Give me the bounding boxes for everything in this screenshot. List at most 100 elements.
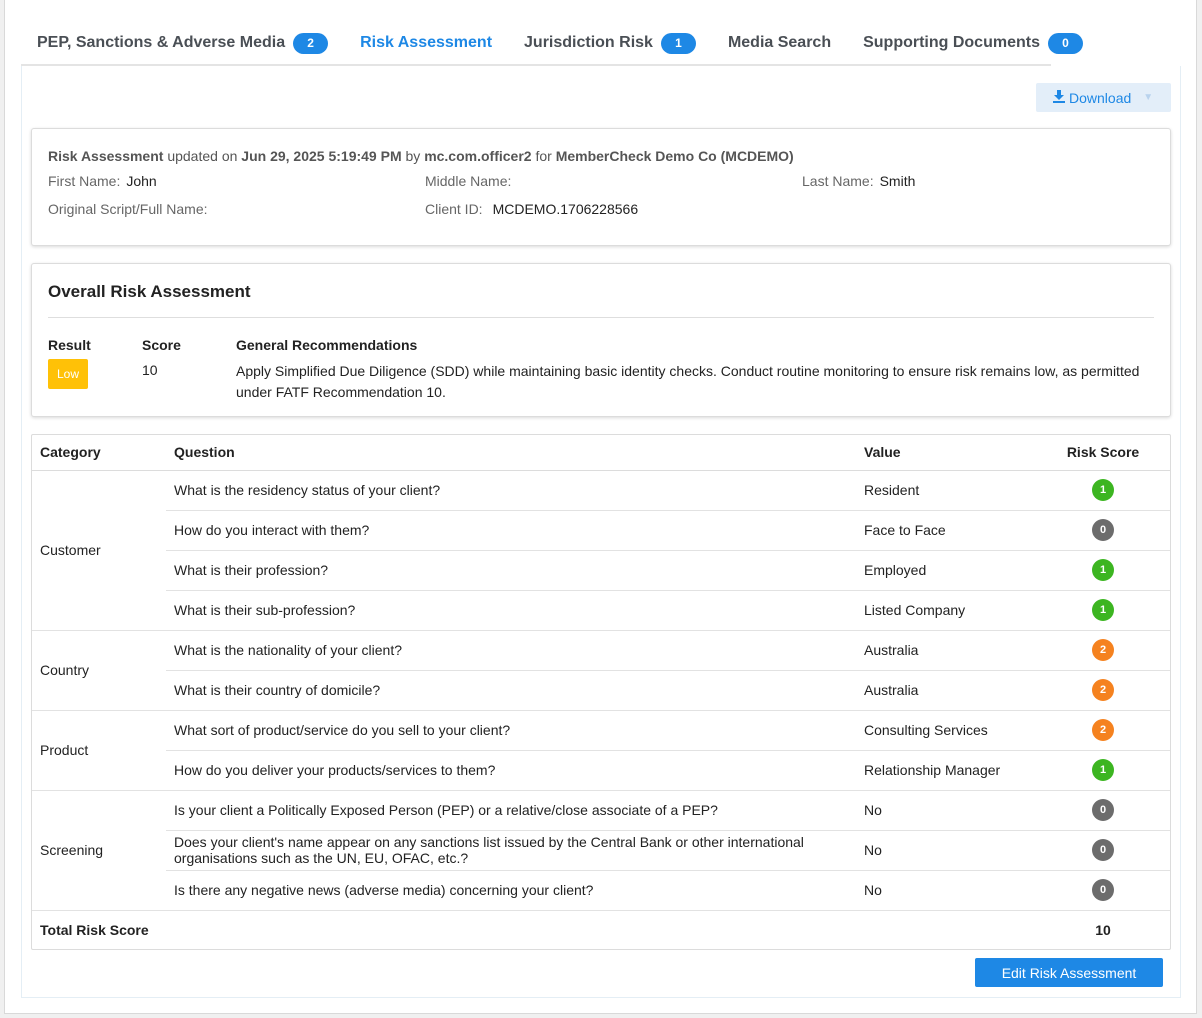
risk-questions-table: Category Question Value Risk Score Custo… bbox=[32, 435, 1170, 949]
recommendations-header: General Recommendations bbox=[236, 337, 418, 353]
overall-risk-title: Overall Risk Assessment bbox=[48, 282, 251, 301]
tab-count-badge: 2 bbox=[293, 32, 329, 54]
middle-name-label: Middle Name: bbox=[425, 173, 512, 189]
score-header: Score bbox=[142, 337, 181, 353]
table-row: How do you deliver your products/service… bbox=[32, 750, 1170, 791]
first-name-label: First Name: bbox=[48, 173, 121, 189]
risk-score-badge: 2 bbox=[1092, 639, 1114, 661]
table-row: Country What is the nationality of your c… bbox=[32, 630, 1170, 711]
risk-questions-table-card: Category Question Value Risk Score Custo… bbox=[31, 434, 1171, 950]
tab-count-badge: 0 bbox=[1047, 32, 1083, 54]
table-row: Does your client's name appear on any sa… bbox=[32, 830, 1170, 871]
question-header: Question bbox=[166, 435, 856, 471]
risk-score-badge: 1 bbox=[1092, 599, 1114, 621]
table-row: Screening Is your client a Politically Ex… bbox=[32, 790, 1170, 911]
value-cell: Relationship Manager bbox=[856, 750, 1036, 791]
tab-label: Risk Assessment bbox=[360, 34, 493, 51]
tab-media-search[interactable]: Media Search bbox=[712, 20, 847, 66]
question-cell: What is the nationality of your client? bbox=[166, 630, 856, 671]
risk-score-badge: 2 bbox=[1092, 679, 1114, 701]
category-cell: Customer bbox=[32, 470, 166, 631]
total-row: Total Risk Score 10 bbox=[32, 910, 1170, 949]
value-cell: Australia bbox=[856, 670, 1036, 711]
first-name-field: First Name: John bbox=[48, 173, 157, 189]
risk-score-cell: 2 bbox=[1036, 710, 1170, 751]
value-cell: Face to Face bbox=[856, 510, 1036, 551]
question-cell: What is their country of domicile? bbox=[166, 670, 856, 711]
tab-pep-sanctions[interactable]: PEP, Sanctions & Adverse Media 2 bbox=[21, 20, 344, 66]
question-cell: What sort of product/service do you sell… bbox=[166, 710, 856, 751]
download-icon bbox=[1052, 89, 1066, 106]
risk-score-cell: 2 bbox=[1036, 670, 1170, 711]
risk-result-badge: Low bbox=[48, 359, 88, 389]
download-button[interactable]: Download ▼ bbox=[1036, 83, 1171, 112]
edit-risk-assessment-button[interactable]: Edit Risk Assessment bbox=[975, 958, 1163, 987]
value-cell: Resident bbox=[856, 470, 1036, 511]
updated-date: Jun 29, 2025 5:19:49 PM bbox=[241, 148, 402, 164]
value-cell: Employed bbox=[856, 550, 1036, 591]
tab-jurisdiction-risk[interactable]: Jurisdiction Risk 1 bbox=[508, 20, 712, 66]
client-info-card: Risk Assessment updated on Jun 29, 2025 … bbox=[31, 128, 1171, 246]
question-cell: What is the residency status of your cli… bbox=[166, 470, 856, 511]
updated-on-text: updated on bbox=[167, 148, 238, 164]
risk-score-badge: 0 bbox=[1092, 839, 1114, 861]
value-cell: Listed Company bbox=[856, 590, 1036, 631]
category-header: Category bbox=[32, 435, 166, 471]
risk-score-cell: 0 bbox=[1036, 870, 1170, 911]
value-cell: No bbox=[856, 870, 1036, 911]
result-header: Result bbox=[48, 337, 91, 353]
tab-supporting-documents[interactable]: Supporting Documents 0 bbox=[847, 20, 1099, 66]
question-cell: How do you deliver your products/service… bbox=[166, 750, 856, 791]
risk-score-cell: 1 bbox=[1036, 550, 1170, 591]
category-cell: Screening bbox=[32, 790, 166, 911]
table-body: Customer What is the residency status of … bbox=[32, 470, 1170, 949]
client-id-field: Client ID: MCDEMO.1706228566 bbox=[425, 201, 638, 217]
risk-score-cell: 0 bbox=[1036, 510, 1170, 551]
middle-name-field: Middle Name: bbox=[425, 173, 517, 189]
tab-bar: PEP, Sanctions & Adverse Media 2 Risk As… bbox=[21, 20, 1083, 68]
overall-risk-card: Overall Risk Assessment Result Score Gen… bbox=[31, 263, 1171, 417]
category-cell: Product bbox=[32, 710, 166, 791]
risk-score-badge: 1 bbox=[1092, 759, 1114, 781]
assessment-summary: Risk Assessment updated on Jun 29, 2025 … bbox=[48, 148, 794, 164]
by-text: by bbox=[405, 148, 421, 164]
overall-score: 10 bbox=[142, 362, 158, 378]
table-header-row: Category Question Value Risk Score bbox=[32, 435, 1170, 471]
tab-label: Supporting Documents bbox=[863, 34, 1040, 51]
download-label: Download bbox=[1069, 89, 1132, 106]
value-cell: No bbox=[856, 830, 1036, 871]
risk-score-badge: 1 bbox=[1092, 479, 1114, 501]
risk-score-badge: 0 bbox=[1092, 879, 1114, 901]
question-cell: Is there any negative news (adverse medi… bbox=[166, 870, 856, 911]
total-label: Total Risk Score bbox=[40, 921, 149, 938]
value-cell: Consulting Services bbox=[856, 710, 1036, 751]
last-name-label: Last Name: bbox=[802, 173, 874, 189]
original-script-label: Original Script/Full Name: bbox=[48, 201, 208, 217]
assessment-title: Risk Assessment bbox=[48, 148, 164, 164]
risk-score-badge: 1 bbox=[1092, 559, 1114, 581]
table-row: Product What sort of product/service do y… bbox=[32, 710, 1170, 791]
officer-name: mc.com.officer2 bbox=[424, 148, 532, 164]
category-cell: Country bbox=[32, 630, 166, 711]
question-cell: How do you interact with them? bbox=[166, 510, 856, 551]
chevron-down-icon[interactable]: ▼ bbox=[1143, 92, 1153, 103]
divider bbox=[48, 317, 1154, 318]
risk-score-badge: 0 bbox=[1092, 519, 1114, 541]
tab-label: Media Search bbox=[727, 34, 832, 51]
tab-label: Jurisdiction Risk bbox=[524, 34, 653, 51]
question-cell: Does your client's name appear on any sa… bbox=[166, 830, 856, 871]
risk-score-cell: 2 bbox=[1036, 630, 1170, 671]
question-cell: What is their sub-profession? bbox=[166, 590, 856, 631]
table-row: What is their profession? Employed 1 bbox=[32, 550, 1170, 591]
risk-score-cell: 1 bbox=[1036, 750, 1170, 791]
value-header: Value bbox=[856, 435, 1036, 471]
question-cell: What is their profession? bbox=[166, 550, 856, 591]
risk-score-badge: 2 bbox=[1092, 719, 1114, 741]
table-row: What is their country of domicile? Austra… bbox=[32, 670, 1170, 711]
tab-risk-assessment[interactable]: Risk Assessment bbox=[344, 20, 508, 68]
table-row: How do you interact with them? Face to Fa… bbox=[32, 510, 1170, 551]
last-name-value: Smith bbox=[879, 173, 916, 189]
risk-score-badge: 0 bbox=[1092, 799, 1114, 821]
total-score: 10 bbox=[1095, 921, 1111, 938]
value-cell: Australia bbox=[856, 630, 1036, 671]
